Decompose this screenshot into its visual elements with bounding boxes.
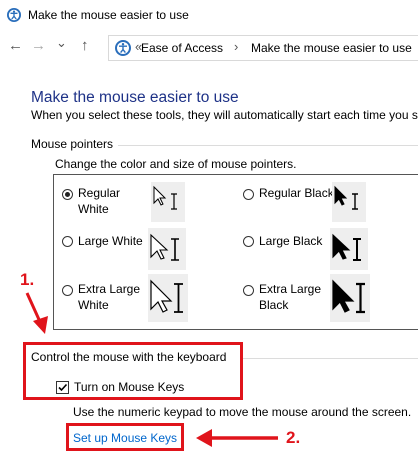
- control-panel-icon: [114, 39, 132, 57]
- preview-extra-large-black: [330, 274, 370, 322]
- back-arrow-icon[interactable]: ←: [8, 38, 23, 54]
- section-divider: [240, 358, 418, 359]
- section-divider: [118, 145, 418, 146]
- option-label-large-white[interactable]: Large White: [78, 233, 143, 249]
- arrow-pointer-icon: [150, 233, 179, 261]
- forward-arrow-icon[interactable]: →: [31, 38, 46, 54]
- preview-large-black: [330, 228, 368, 270]
- window-title: Make the mouse easier to use: [28, 8, 189, 22]
- arrow-pointer-icon: [334, 185, 358, 210]
- radio-extra-large-white[interactable]: [62, 285, 73, 296]
- annotation-step-1-label: 1.: [20, 270, 35, 289]
- option-label-regular-black[interactable]: Regular Black: [259, 185, 334, 201]
- radio-large-white[interactable]: [62, 236, 73, 247]
- option-label-extra-large-white[interactable]: Extra Large White: [78, 281, 140, 313]
- radio-large-black[interactable]: [243, 236, 254, 247]
- intro-text: When you select these tools, they will a…: [31, 108, 418, 122]
- address-bar[interactable]: « Ease of Access › Make the mouse easier…: [108, 35, 418, 61]
- radio-extra-large-black[interactable]: [243, 285, 254, 296]
- option-label-extra-large-black[interactable]: Extra Large Black: [259, 281, 321, 313]
- radio-regular-white[interactable]: [62, 189, 73, 200]
- arrow-pointer-icon: [332, 233, 361, 261]
- page-title: Make the mouse easier to use: [31, 89, 239, 106]
- option-label-large-black[interactable]: Large Black: [259, 233, 322, 249]
- annotation-arrow-down-icon: [25, 292, 48, 334]
- arrow-pointer-icon: [332, 279, 365, 314]
- preview-large-white: [148, 228, 186, 270]
- ease-of-access-icon: [6, 7, 22, 23]
- preview-regular-white: [151, 182, 185, 222]
- mouse-pointers-section-label: Mouse pointers: [31, 137, 114, 151]
- breadcrumb-chevron-icon[interactable]: ›: [234, 39, 238, 54]
- annotation-step-2-label: 2.: [286, 428, 301, 447]
- title-bar: Make the mouse easier to use: [0, 0, 418, 32]
- arrow-pointer-icon: [150, 279, 183, 313]
- recent-pages-chevron-down-icon[interactable]: ⌄: [56, 35, 67, 51]
- arrow-pointer-icon: [153, 185, 177, 210]
- annotation-arrow-left-icon: [196, 429, 278, 447]
- annotation-highlight-box-keyboard: [23, 342, 243, 400]
- radio-regular-black[interactable]: [243, 189, 254, 200]
- breadcrumb-current-page[interactable]: Make the mouse easier to use: [251, 41, 412, 55]
- mouse-keys-help-text: Use the numeric keypad to move the mouse…: [73, 405, 412, 419]
- breadcrumb-ease-of-access[interactable]: Ease of Access: [141, 41, 223, 55]
- preview-regular-black: [332, 182, 366, 222]
- up-arrow-icon[interactable]: ↑: [81, 38, 89, 54]
- preview-extra-large-white: [148, 274, 188, 322]
- mouse-pointers-description: Change the color and size of mouse point…: [55, 157, 297, 171]
- option-label-regular-white[interactable]: Regular White: [78, 185, 120, 217]
- annotation-highlight-box-link: [66, 423, 184, 451]
